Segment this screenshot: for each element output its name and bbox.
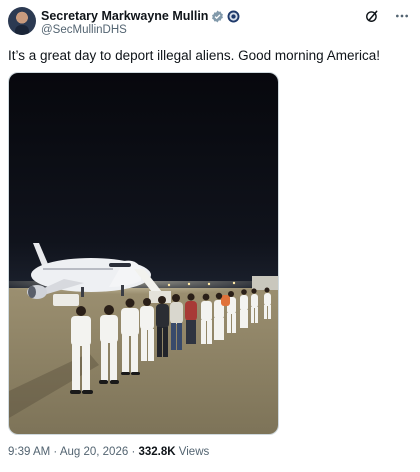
- verified-badge-icon: [211, 10, 224, 23]
- tweet-date[interactable]: Aug 20, 2026: [60, 446, 128, 458]
- meta-separator: ·: [53, 446, 58, 458]
- tweet-photo[interactable]: [8, 72, 279, 435]
- views-label: Views: [178, 446, 210, 458]
- tweet-text: It’s a great day to deport illegal alien…: [8, 48, 380, 63]
- more-icon[interactable]: [394, 8, 410, 24]
- avatar[interactable]: [8, 7, 36, 35]
- tweet-actions-top: [364, 8, 410, 24]
- author-handle[interactable]: @SecMullinDHS: [41, 24, 127, 36]
- author-display-name[interactable]: Secretary Markwayne Mullin: [41, 9, 208, 23]
- government-seal-icon: [227, 10, 240, 23]
- meta-separator: ·: [131, 446, 136, 458]
- author-name-row: Secretary Markwayne Mullin: [41, 8, 240, 24]
- tweet-meta: 9:39 AM · Aug 20, 2026 · 332.8K Views: [8, 446, 209, 458]
- views-count: 332.8K: [138, 446, 176, 458]
- grok-icon[interactable]: [364, 8, 380, 24]
- tweet-time[interactable]: 9:39 AM: [8, 446, 50, 458]
